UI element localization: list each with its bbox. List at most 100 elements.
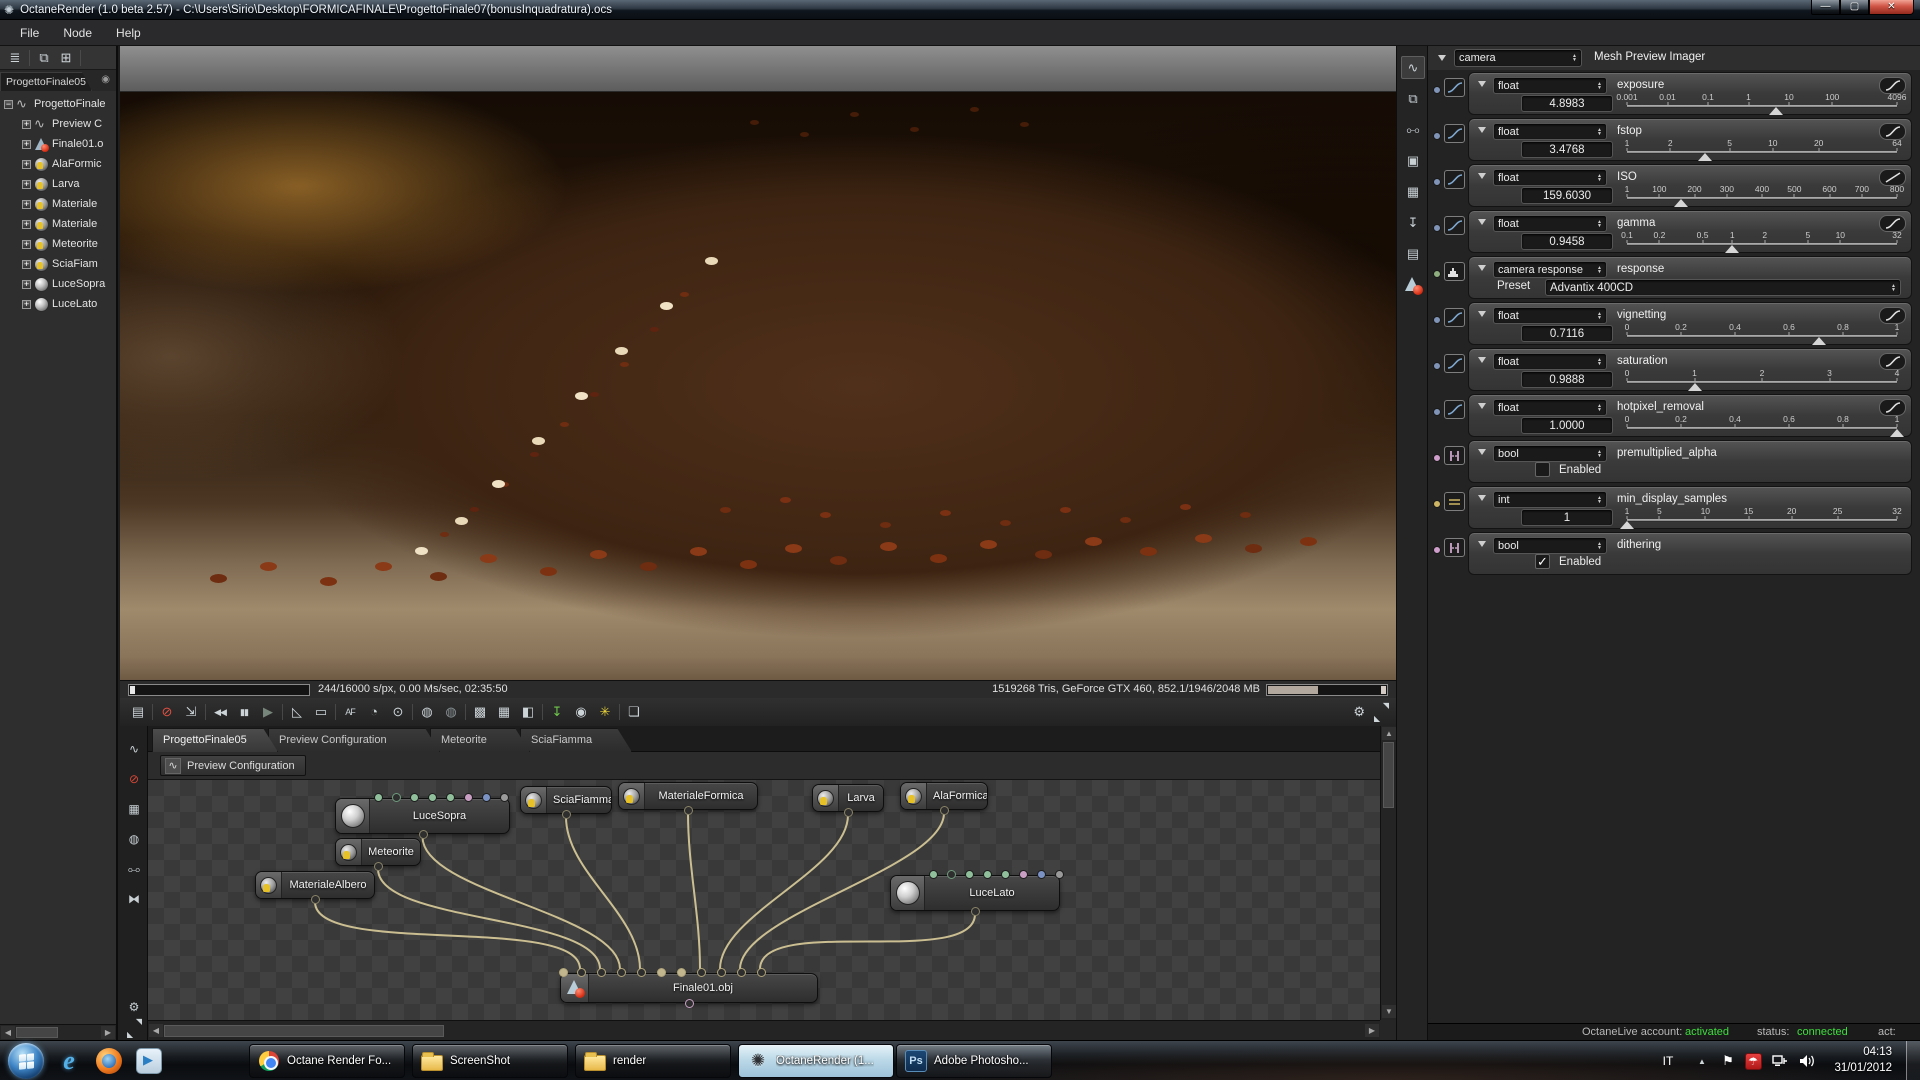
node-input-pin[interactable] [697, 968, 706, 977]
pin-dot[interactable] [1433, 178, 1441, 186]
region-icon[interactable]: ▭ [309, 701, 333, 723]
graph-node-materialeformica[interactable]: MaterialeFormica [618, 782, 758, 810]
menu-item-node[interactable]: Node [51, 22, 104, 44]
taskbar-clock[interactable]: 04:13 31/01/2012 [1834, 1044, 1892, 1076]
node-input-pin[interactable] [617, 968, 626, 977]
taskbar-button-render[interactable]: render [575, 1044, 731, 1078]
collapse-triangle-icon[interactable] [1478, 311, 1486, 317]
node-output-pin[interactable] [685, 999, 694, 1008]
param-value-field[interactable]: 0.9888 [1521, 371, 1613, 388]
param-type-dropdown[interactable]: int▲▼ [1493, 491, 1607, 508]
collapse-triangle-icon[interactable] [1478, 219, 1486, 225]
scroll-right-icon[interactable]: ▶ [101, 1026, 115, 1039]
node-type-mini-icon[interactable] [1444, 492, 1465, 511]
pin-dot[interactable] [1433, 546, 1441, 554]
graph-node-alaformica[interactable]: AlaFormica [900, 782, 988, 810]
collapse-triangle-icon[interactable] [1478, 541, 1486, 547]
param-type-dropdown[interactable]: float▲▼ [1493, 353, 1607, 370]
tree-item-lucesopra[interactable]: +LuceSopra [0, 274, 116, 294]
collapse-triangle-icon[interactable] [1478, 265, 1486, 271]
graph-node-finale01.obj[interactable]: Finale01.obj [560, 973, 818, 1003]
layers-filled-icon[interactable]: ⧉ [33, 50, 55, 66]
node-input-pin[interactable] [637, 968, 646, 977]
node-input-pin[interactable] [983, 870, 992, 879]
node-input-pin[interactable] [410, 793, 419, 802]
param-slider[interactable]: 1100200300400500600700800 [1627, 184, 1897, 206]
param-slider[interactable]: 01234 [1627, 368, 1897, 390]
node-input-pin[interactable] [482, 793, 491, 802]
param-checkbox[interactable]: ✓ [1535, 554, 1550, 569]
tree-expander-icon[interactable]: + [22, 240, 31, 249]
node-input-pin[interactable] [1037, 870, 1046, 879]
tree-expander-icon[interactable]: + [22, 300, 31, 309]
tree-item-preview c[interactable]: +Preview C [0, 114, 116, 134]
node-output-pin[interactable] [971, 907, 980, 916]
slider-handle[interactable] [1725, 245, 1739, 253]
fullscreen-icon[interactable] [1375, 706, 1388, 719]
pin-dot[interactable] [1433, 316, 1441, 324]
tray-chevron-icon[interactable]: ▲ [1692, 1041, 1712, 1080]
node-graph-canvas[interactable]: LuceSopraMeteoriteMaterialeAlberoSciaFia… [148, 780, 1380, 1020]
tab-progettofinale05[interactable]: ProgettoFinale05 [152, 728, 278, 752]
pin-icon[interactable]: ◉ [101, 74, 110, 85]
ruler-icon[interactable]: ◺ [285, 701, 309, 723]
slider-track[interactable] [1627, 335, 1897, 338]
tree-item-finale01.o[interactable]: +Finale01.o [0, 134, 116, 154]
node-type-dropdown[interactable]: camera ▲▼ [1454, 49, 1582, 67]
link-icon[interactable]: ⧟ [1401, 118, 1425, 141]
taskbar-button-octane-render-fo-[interactable]: Octane Render Fo... [249, 1044, 405, 1078]
tree-expander-icon[interactable]: + [22, 280, 31, 289]
save-icon[interactable]: ↧ [1401, 211, 1425, 234]
menu-item-help[interactable]: Help [104, 22, 153, 44]
grid-icon[interactable]: ▦ [125, 800, 143, 818]
render-viewport-image[interactable] [120, 92, 1396, 680]
graph-node-lucelato[interactable]: LuceLato [890, 875, 1060, 911]
settings-wrench-icon[interactable]: ⚙ [125, 998, 143, 1016]
maximize-button[interactable]: ▢ [1840, 0, 1869, 15]
param-type-dropdown[interactable]: float▲▼ [1493, 123, 1607, 140]
volume-icon[interactable] [1794, 1041, 1820, 1080]
collapse-triangle-icon[interactable] [1478, 127, 1486, 133]
pin-dot[interactable] [1433, 500, 1441, 508]
slider-track[interactable] [1627, 427, 1897, 430]
node-input-pin[interactable] [1019, 870, 1028, 879]
node-type-mini-icon[interactable] [1444, 446, 1465, 465]
collapse-triangle-icon[interactable] [1478, 403, 1486, 409]
param-type-dropdown[interactable]: bool▲▼ [1493, 537, 1607, 554]
delete-node-icon[interactable]: ⊘ [125, 770, 143, 788]
alpha-fine-icon[interactable]: ▩ [468, 701, 492, 723]
material-ball-icon[interactable]: ◍ [125, 830, 143, 848]
param-value-field[interactable]: 3.4768 [1521, 141, 1613, 158]
tree-item-meteorite[interactable]: +Meteorite [0, 234, 116, 254]
pin-dot[interactable] [1433, 86, 1441, 94]
node-type-mini-icon[interactable] [1444, 354, 1465, 373]
node-output-pin[interactable] [562, 810, 571, 819]
fullscreen-icon[interactable] [128, 1022, 141, 1035]
node-input-pin[interactable] [1055, 870, 1064, 879]
param-type-dropdown[interactable]: bool▲▼ [1493, 445, 1607, 462]
slider-track[interactable] [1627, 381, 1897, 384]
param-slider[interactable]: 0.0010.010.11101004096 [1627, 92, 1897, 114]
node-input-pin[interactable] [737, 968, 746, 977]
layers-outline-icon[interactable]: ⊞ [55, 50, 77, 66]
unlink-icon[interactable]: ⧓ [125, 890, 143, 908]
node-type-mini-icon[interactable] [1444, 124, 1465, 143]
tree-expander-icon[interactable]: + [22, 120, 31, 129]
node-input-pin[interactable] [947, 870, 956, 879]
param-checkbox[interactable] [1535, 462, 1550, 477]
node-output-pin[interactable] [940, 806, 949, 815]
pin-dot[interactable] [1433, 454, 1441, 462]
tree-expander-icon[interactable]: + [22, 140, 31, 149]
param-value-field[interactable]: 1.0000 [1521, 417, 1613, 434]
sphere-mode-b-icon[interactable]: ◍ [439, 701, 463, 723]
node-type-mini-icon[interactable] [1444, 308, 1465, 327]
scroll-thumb[interactable] [164, 1025, 444, 1037]
node-type-mini-icon[interactable] [1444, 400, 1465, 419]
nodegraph-icon[interactable]: ∿ [125, 740, 143, 758]
scroll-thumb[interactable] [1383, 742, 1394, 808]
scroll-thumb[interactable] [16, 1027, 58, 1038]
nodegraph-hscrollbar[interactable]: ◀ ▶ [148, 1020, 1380, 1040]
tree-item-sciafiam[interactable]: +SciaFiam [0, 254, 116, 274]
param-slider[interactable]: 125102064 [1627, 138, 1897, 160]
alpha-coarse-icon[interactable]: ▦ [492, 701, 516, 723]
